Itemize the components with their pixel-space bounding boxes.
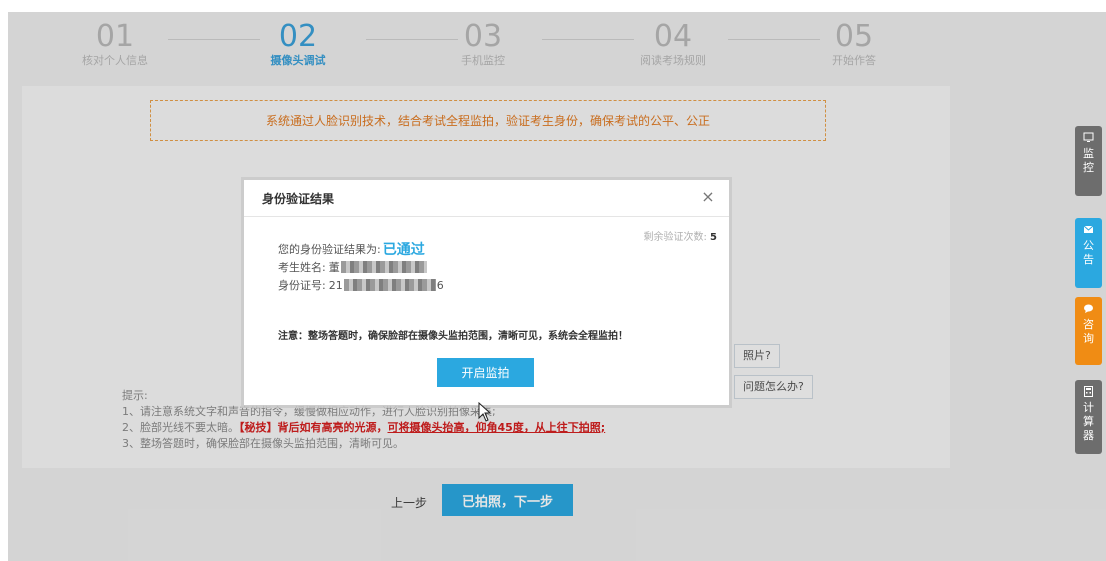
- id-prefix: 21: [328, 278, 343, 292]
- id-row: 身份证号: 21 6: [278, 276, 444, 294]
- name-redacted: [340, 261, 427, 273]
- id-suffix: 6: [436, 278, 444, 292]
- chat-icon: [1084, 304, 1093, 313]
- side-consult-button[interactable]: 咨询: [1075, 297, 1102, 365]
- mail-icon: [1083, 225, 1094, 233]
- monitor-icon: [1083, 132, 1094, 142]
- side-monitor-button[interactable]: 监控: [1075, 126, 1102, 196]
- close-icon[interactable]: ×: [699, 188, 717, 206]
- monitoring-warning: 注意：整场答题时，确保脸部在摄像头监拍范围，清晰可见，系统会全程监拍！: [278, 331, 628, 342]
- side-label: 咨询: [1083, 318, 1094, 345]
- side-label: 计算器: [1083, 401, 1094, 442]
- result-status: 已通过: [382, 242, 425, 258]
- name-prefix: 董: [328, 261, 340, 274]
- side-notice-button[interactable]: 公告: [1075, 218, 1102, 288]
- id-redacted: [343, 279, 436, 291]
- side-calculator-button[interactable]: 计算器: [1075, 380, 1102, 454]
- side-label: 监控: [1083, 147, 1094, 174]
- name-label: 考生姓名:: [278, 261, 326, 274]
- remaining-attempts: 剩余验证次数: 5: [643, 228, 717, 243]
- name-row: 考生姓名: 董: [278, 258, 444, 276]
- dialog-body: 您的身份验证结果为: 已通过 考生姓名: 董 身份证号: 21 6: [278, 240, 444, 294]
- id-label: 身份证号:: [278, 279, 326, 292]
- calculator-icon: [1084, 386, 1093, 397]
- result-row: 您的身份验证结果为: 已通过: [278, 240, 444, 258]
- result-label: 您的身份验证结果为:: [278, 243, 381, 256]
- dialog-header: 身份验证结果 ×: [244, 180, 729, 217]
- side-label: 公告: [1083, 239, 1094, 266]
- mouse-cursor-icon: [478, 402, 492, 422]
- remaining-value: 5: [710, 232, 717, 243]
- identity-verification-dialog: 身份验证结果 × 剩余验证次数: 5 您的身份验证结果为: 已通过 考生姓名: …: [244, 180, 729, 405]
- dialog-title: 身份验证结果: [262, 191, 335, 206]
- start-monitoring-button[interactable]: 开启监拍: [437, 358, 534, 387]
- remaining-label: 剩余验证次数:: [643, 232, 707, 243]
